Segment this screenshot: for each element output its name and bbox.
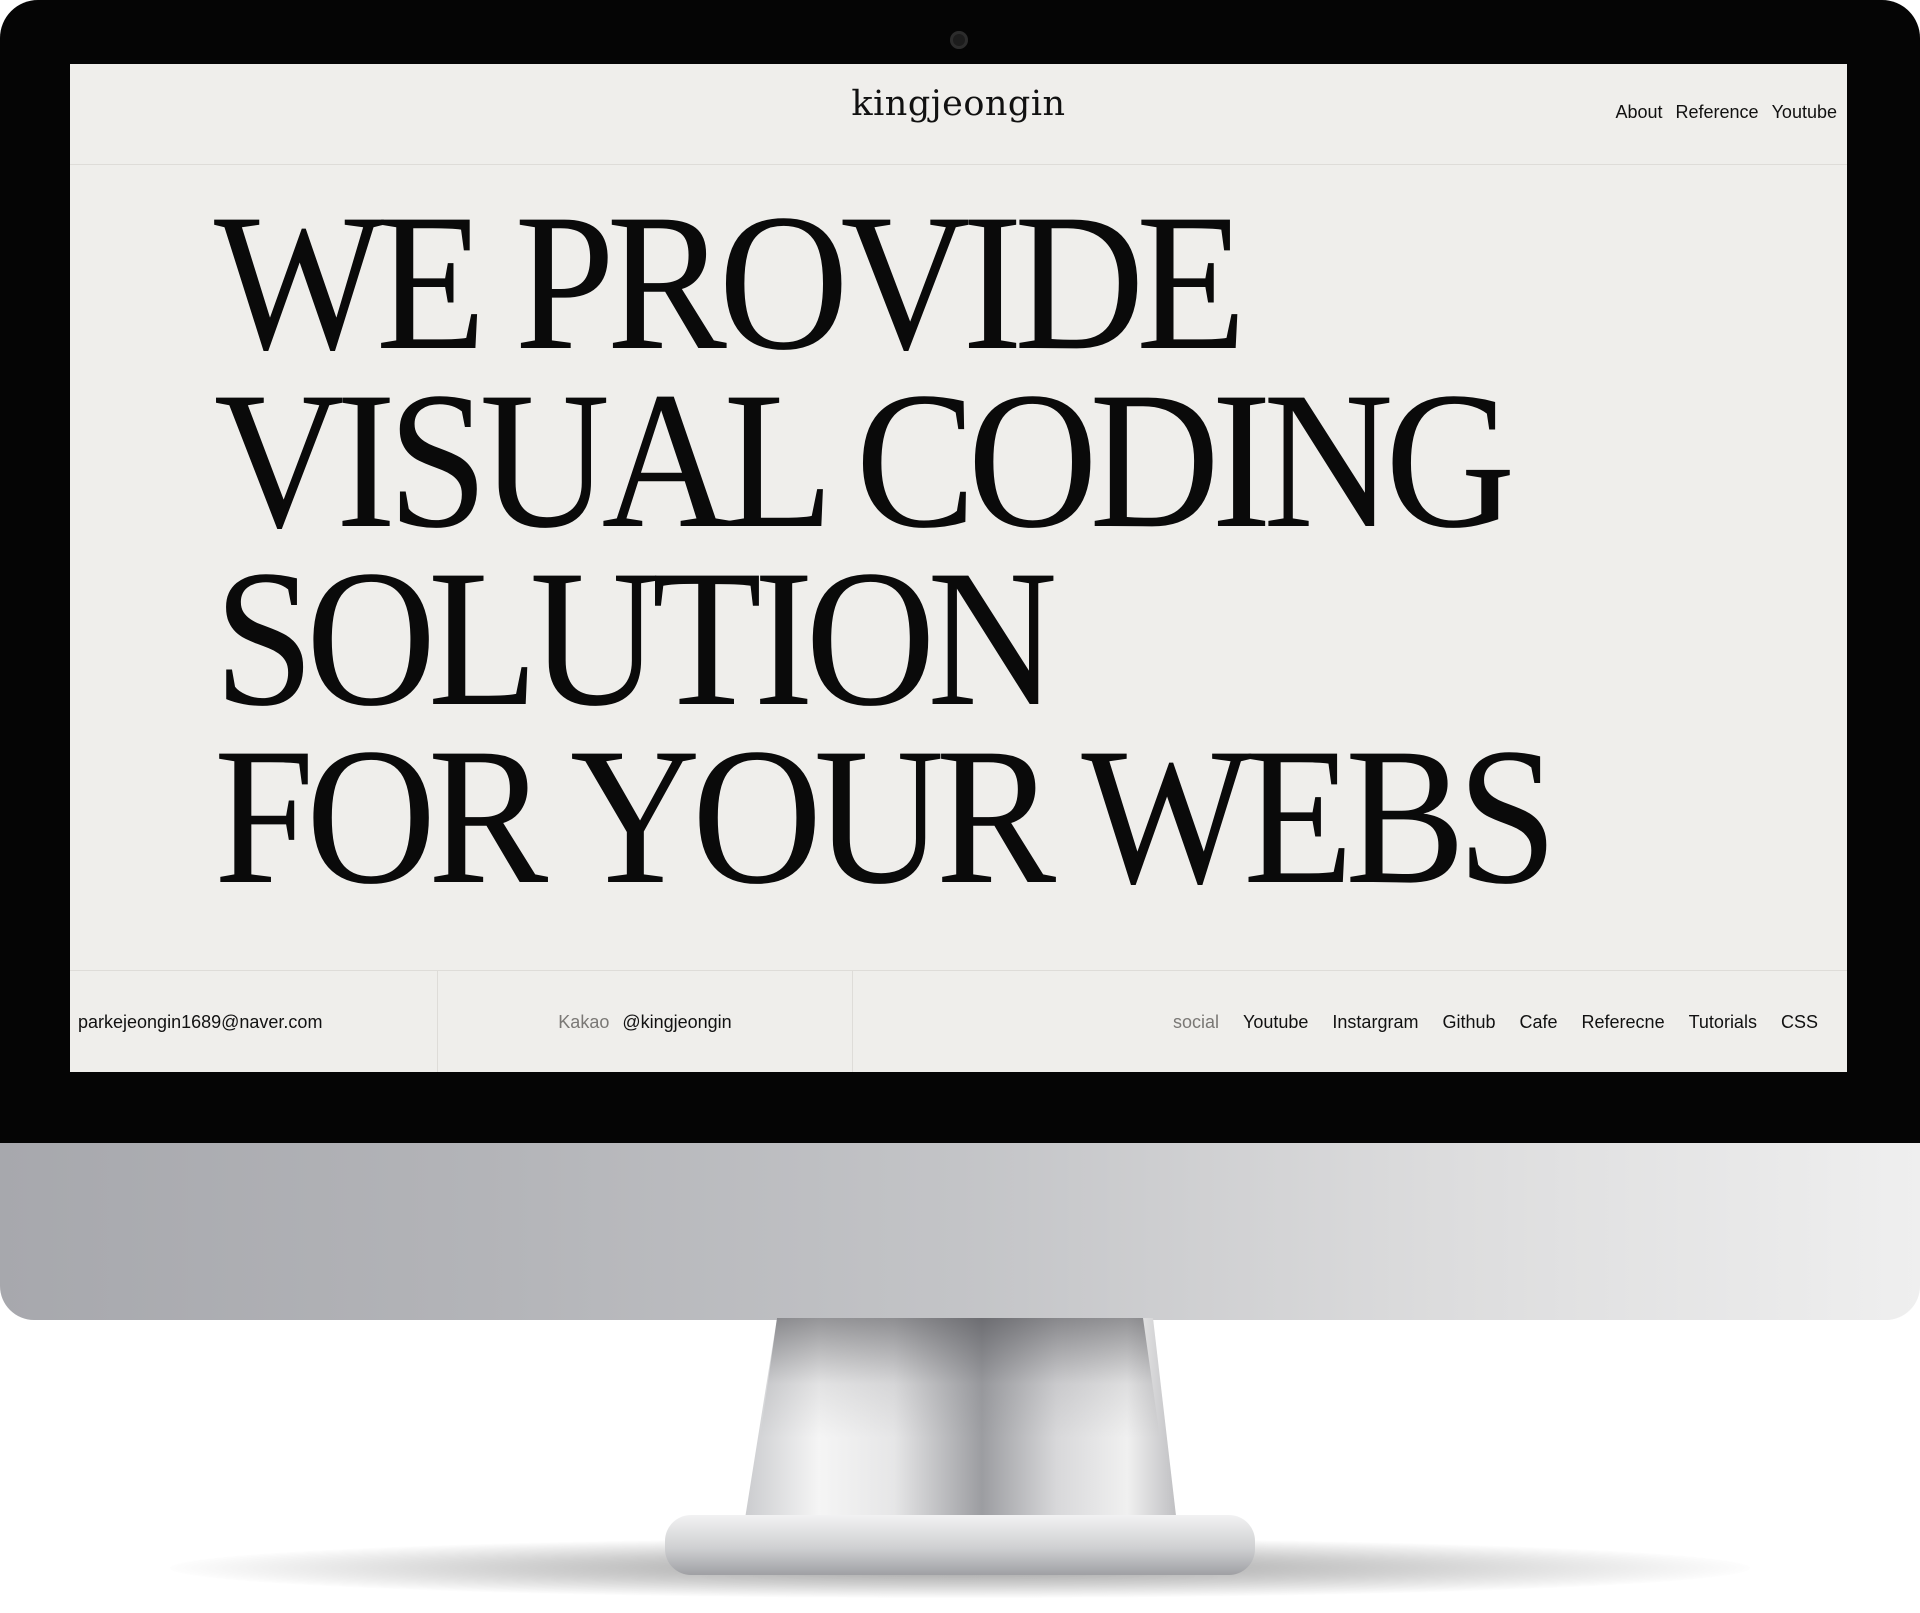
site-logo[interactable]: kingjeongin [70,84,1847,124]
social-link-instargram[interactable]: Instargram [1332,1012,1418,1033]
footer-kakao: Kakao @kingjeongin [438,971,853,1072]
nav-youtube[interactable]: Youtube [1772,102,1837,123]
hero-line: VISUAL CODING [214,352,1515,569]
hero-line: SOLUTION [214,530,1058,747]
site-header: kingjeongin About Reference Youtube [70,64,1847,165]
webcam-icon [950,31,968,49]
hero-headline: WE PROVIDE VISUAL CODING SOLUTION FOR YO… [214,174,1557,925]
footer-social: social Youtube Instargram Github Cafe Re… [853,971,1847,1072]
social-link-referecne[interactable]: Referecne [1582,1012,1665,1033]
social-links: Youtube Instargram Github Cafe Referecne… [1243,1012,1818,1033]
site-footer: il parkejeongin1689@naver.com Kakao @kin… [70,970,1847,1072]
stand-neck-shade [760,1318,1160,1438]
social-label: social [1173,1011,1220,1032]
social-link-cafe[interactable]: Cafe [1520,1012,1558,1033]
social-link-css[interactable]: CSS [1781,1012,1818,1033]
kakao-label: Kakao [558,1011,610,1032]
main-nav: About Reference Youtube [1615,102,1837,123]
social-link-youtube[interactable]: Youtube [1243,1012,1308,1033]
nav-reference[interactable]: Reference [1676,102,1759,123]
social-link-github[interactable]: Github [1442,1012,1495,1033]
monitor-mockup: kingjeongin About Reference Youtube WE P… [0,0,1920,1613]
mail-link[interactable]: parkejeongin1689@naver.com [78,1012,322,1033]
kakao-link[interactable]: @kingjeongin [622,1012,731,1033]
social-link-tutorials[interactable]: Tutorials [1689,1012,1757,1033]
website-screen: kingjeongin About Reference Youtube WE P… [70,64,1847,1072]
hero-line: WE PROVIDE [214,174,1246,391]
footer-mail: il parkejeongin1689@naver.com [70,971,438,1072]
monitor-stand-base [665,1515,1255,1575]
hero-line: FOR YOUR WEBS [214,708,1557,925]
nav-about[interactable]: About [1615,102,1662,123]
monitor-chin [0,1143,1920,1320]
